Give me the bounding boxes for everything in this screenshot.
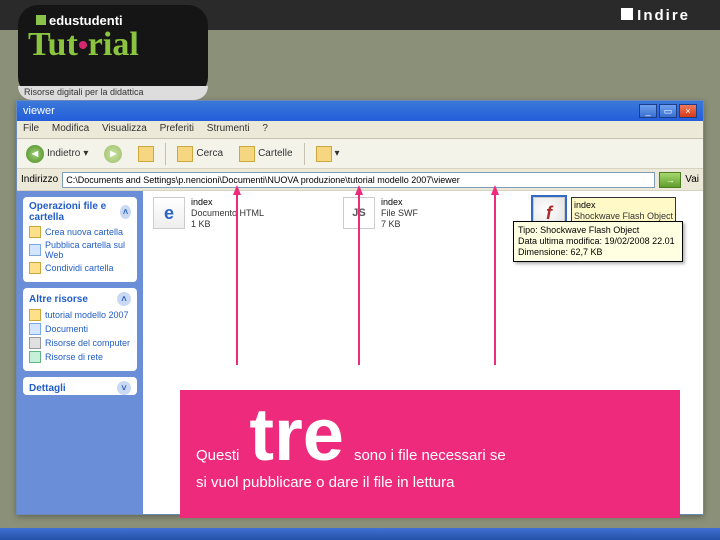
search-button[interactable]: Cerca [172,143,228,165]
share-icon [29,262,41,274]
folder-icon [29,226,41,238]
file-name: index [191,197,264,208]
menubar: File Modifica Visualizza Preferiti Strum… [17,121,703,139]
menu-tools[interactable]: Strumenti [207,123,250,134]
html-file-icon [153,197,185,229]
panel-details: Dettagli ˅ [23,377,137,395]
indire-logo: Indire [621,7,690,24]
views-button[interactable]: ▾ [311,143,345,165]
forward-button[interactable]: ► [99,142,127,166]
panel-title: Altre risorse [29,294,88,305]
collapse-icon[interactable]: ˄ [120,205,131,219]
tutorial-logo-block: edustudenti Tutrial [18,5,208,97]
file-type: Documento HTML [191,208,264,219]
file-size: 1 KB [191,219,264,230]
taskbar-sliver [0,528,720,540]
place-documents[interactable]: Documenti [29,323,131,335]
callout-text-post: sono i file necessari se [354,447,506,464]
task-new-folder[interactable]: Crea nuova cartella [29,226,131,238]
task-share[interactable]: Condividi cartella [29,262,131,274]
minimize-button[interactable]: _ [639,104,657,118]
views-icon [316,146,332,162]
tutorial-word: Tutrial [28,26,198,64]
maximize-button[interactable]: ▭ [659,104,677,118]
go-label: Vai [685,174,699,185]
back-icon: ◄ [26,145,44,163]
file-name: index [381,197,418,208]
callout-arrow-icon [233,185,241,195]
expand-icon[interactable]: ˅ [117,381,131,395]
network-icon [29,351,41,363]
close-button[interactable]: × [679,104,697,118]
place-network[interactable]: Risorse di rete [29,351,131,363]
callout-emphasis: tre [249,400,344,470]
menu-view[interactable]: Visualizza [102,123,147,134]
up-icon [138,146,154,162]
documents-icon [29,323,41,335]
menu-file[interactable]: File [23,123,39,134]
folders-icon [239,146,255,162]
tutorial-callout: Questi tre sono i file necessari se si v… [180,390,680,518]
callout-arrow-icon [355,185,363,195]
tasks-sidebar: Operazioni file e cartella˄ Crea nuova c… [17,191,143,514]
task-publish[interactable]: Pubblica cartella sul Web [29,240,131,260]
window-titlebar[interactable]: viewer _ ▭ × [17,101,703,121]
file-type: File SWF [381,208,418,219]
place-computer[interactable]: Risorse del computer [29,337,131,349]
dot-icon [79,41,87,49]
panel-title: Operazioni file e cartella [29,201,120,223]
search-icon [177,146,193,162]
up-button[interactable] [133,143,159,165]
address-label: Indirizzo [21,174,58,185]
toolbar: ◄Indietro ▾ ► Cerca Cartelle ▾ [17,139,703,169]
callout-line2: si vuol pubblicare o dare il file in let… [196,474,664,491]
folder-icon [29,309,41,321]
back-button[interactable]: ◄Indietro ▾ [21,142,93,166]
publish-icon [29,244,41,256]
computer-icon [29,337,41,349]
place-parent[interactable]: tutorial modello 2007 [29,309,131,321]
panel-title: Dettagli [29,383,66,394]
panel-other-places: Altre risorse ˄ tutorial modello 2007 Doc… [23,288,137,371]
menu-favorites[interactable]: Preferiti [160,123,194,134]
callout-arrow-icon [491,185,499,195]
file-tooltip: Tipo: Shockwave Flash Object Data ultima… [513,221,683,262]
file-name: index [574,200,673,211]
go-button[interactable]: → [659,172,681,188]
collapse-icon[interactable]: ˄ [117,292,131,306]
folders-button[interactable]: Cartelle [234,143,297,165]
menu-edit[interactable]: Modifica [52,123,89,134]
logo-subtitle: Risorse digitali per la didattica [18,86,208,100]
panel-file-ops: Operazioni file e cartella˄ Crea nuova c… [23,197,137,282]
forward-icon: ► [104,145,122,163]
menu-help[interactable]: ? [262,123,268,134]
window-title: viewer [23,105,55,117]
file-size: 7 KB [381,219,418,230]
callout-text-pre: Questi [196,447,239,464]
